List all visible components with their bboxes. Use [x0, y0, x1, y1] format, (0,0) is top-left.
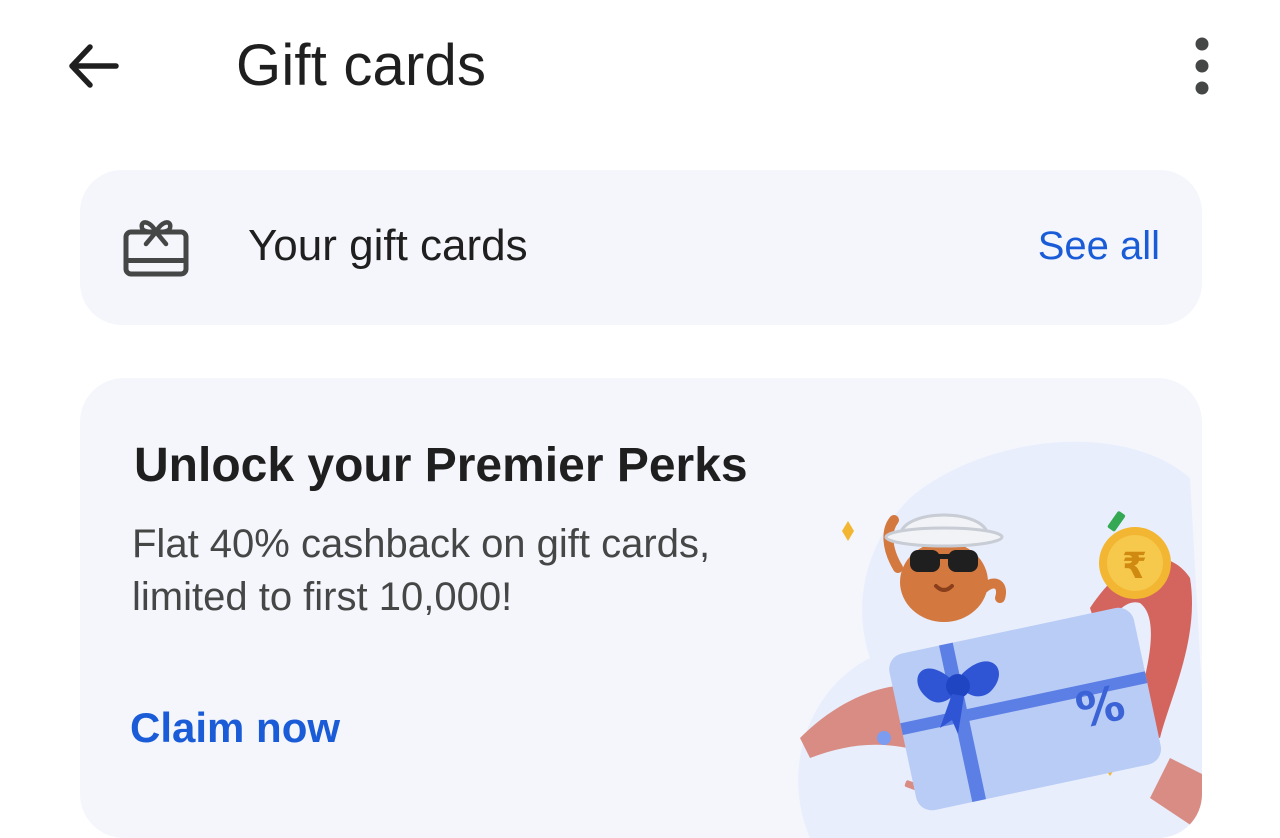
promo-description-line-2: limited to first 10,000! [132, 575, 513, 619]
your-gift-cards-label: Your gift cards [248, 221, 528, 270]
your-gift-cards-row[interactable]: Your gift cards See all [80, 170, 1202, 325]
promo-description: Flat 40% cashback on gift cards, limited… [132, 518, 832, 624]
promo-title: Unlock your Premier Perks [134, 439, 748, 492]
claim-now-button[interactable]: Claim now [130, 698, 340, 758]
gift-card-icon [123, 220, 189, 277]
gift-card-mascot-illustration: % ₹ [798, 441, 1202, 838]
more-vert-icon [1195, 37, 1209, 95]
more-options-button[interactable] [1170, 30, 1234, 102]
app-bar: Gift cards [0, 0, 1280, 132]
page-title: Gift cards [236, 33, 487, 98]
arrow-back-icon [69, 44, 119, 88]
back-button[interactable] [56, 34, 128, 98]
coin-rupee-glyph: ₹ [1122, 546, 1147, 587]
see-all-link[interactable]: See all [1038, 216, 1160, 276]
promo-description-line-1: Flat 40% cashback on gift cards, [132, 522, 711, 566]
premier-perks-promo-card[interactable]: Unlock your Premier Perks Flat 40% cashb… [80, 378, 1202, 838]
